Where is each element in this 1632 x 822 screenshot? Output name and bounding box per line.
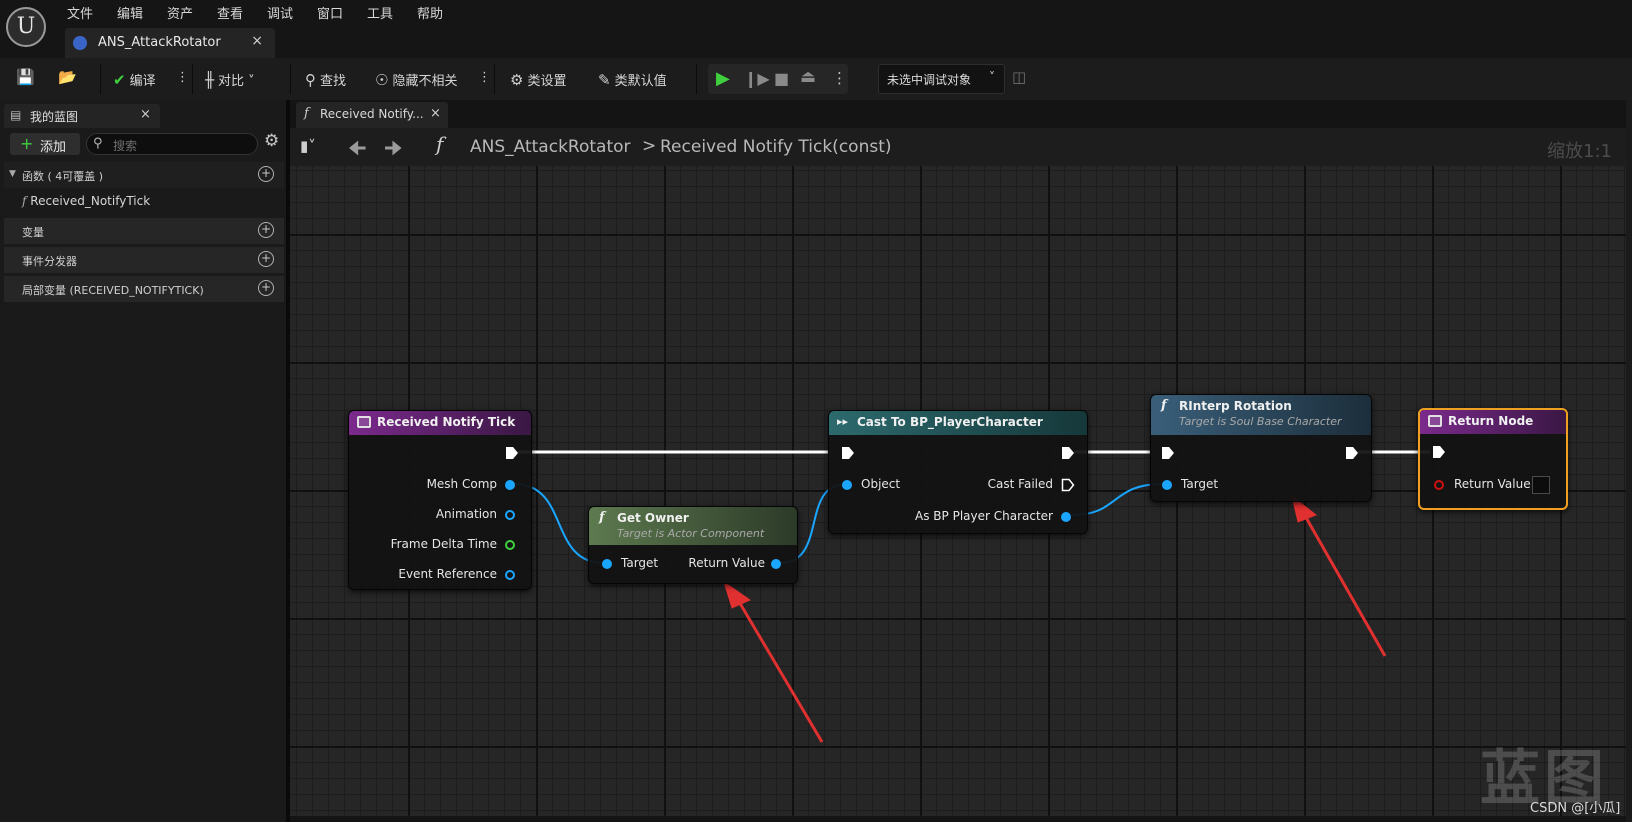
cast-icon: ▸▸ bbox=[837, 415, 849, 428]
node-cast[interactable]: ▸▸ Cast To BP_PlayerCharacter Object Cas… bbox=[828, 410, 1088, 534]
animation-pin[interactable] bbox=[505, 510, 515, 520]
pin-label: Return Value bbox=[688, 556, 765, 570]
node-subtitle: Target is Soul Base Character bbox=[1179, 415, 1342, 428]
pin-label: Event Reference bbox=[398, 567, 497, 581]
target-pin[interactable] bbox=[602, 559, 612, 569]
node-header: f RInterp Rotation Target is Soul Base C… bbox=[1151, 395, 1371, 435]
pin-label: Cast Failed bbox=[987, 477, 1053, 491]
node-header: f Get Owner Target is Actor Component bbox=[589, 507, 797, 545]
pin-label: As BP Player Character bbox=[915, 509, 1053, 523]
frame-delta-time-pin[interactable] bbox=[505, 540, 515, 550]
pin-label: Frame Delta Time bbox=[390, 537, 497, 551]
arrow-head-1 bbox=[723, 580, 752, 609]
pin-label: Target bbox=[1181, 477, 1219, 491]
object-pin[interactable] bbox=[842, 480, 852, 490]
exec-in-pin[interactable] bbox=[1161, 446, 1175, 460]
cast-failed-pin[interactable] bbox=[1061, 478, 1075, 492]
wires-layer bbox=[513, 450, 1430, 743]
pin-label: Animation bbox=[435, 507, 497, 521]
node-header: Received Notify Tick bbox=[349, 411, 531, 435]
exec-out-pin[interactable] bbox=[1345, 446, 1359, 460]
target-pin[interactable] bbox=[1162, 480, 1172, 490]
node-title: Get Owner bbox=[617, 511, 689, 525]
exec-out-pin[interactable] bbox=[1061, 446, 1075, 460]
return-value-checkbox[interactable] bbox=[1532, 476, 1550, 494]
return-value-pin[interactable] bbox=[1434, 480, 1444, 490]
node-header: Return Node bbox=[1420, 410, 1566, 434]
pin-label: Target bbox=[621, 556, 659, 570]
function-icon: f bbox=[1161, 398, 1167, 413]
node-return[interactable]: Return Node Return Value bbox=[1418, 408, 1568, 510]
node-header: ▸▸ Cast To BP_PlayerCharacter bbox=[829, 411, 1087, 435]
node-title: Cast To BP_PlayerCharacter bbox=[857, 415, 1043, 429]
function-icon: f bbox=[599, 510, 605, 525]
node-title: Return Node bbox=[1448, 414, 1534, 428]
pin-label: Object bbox=[861, 477, 901, 491]
node-subtitle: Target is Actor Component bbox=[617, 527, 765, 540]
return-value-pin[interactable] bbox=[771, 559, 781, 569]
node-rinterp-rotation[interactable]: f RInterp Rotation Target is Soul Base C… bbox=[1150, 394, 1372, 502]
exec-in-pin[interactable] bbox=[841, 446, 855, 460]
exec-in-pin[interactable] bbox=[1432, 445, 1446, 459]
as-bp-player-character-pin[interactable] bbox=[1061, 512, 1071, 522]
arrow-line-1 bbox=[736, 599, 824, 743]
node-received-notify-tick[interactable]: Received Notify Tick Mesh Comp Animation… bbox=[348, 410, 532, 590]
exec-out-pin[interactable] bbox=[505, 446, 519, 460]
node-title: RInterp Rotation bbox=[1179, 399, 1292, 413]
arrow-line-2 bbox=[1302, 513, 1387, 657]
node-title: Received Notify Tick bbox=[377, 415, 516, 429]
event-box-icon bbox=[357, 416, 371, 428]
csdn-credit: CSDN @[小瓜] bbox=[1530, 801, 1621, 816]
node-get-owner[interactable]: f Get Owner Target is Actor Component Ta… bbox=[588, 506, 798, 584]
pin-label: Mesh Comp bbox=[426, 477, 497, 491]
event-reference-pin[interactable] bbox=[505, 570, 515, 580]
mesh-comp-pin[interactable] bbox=[505, 480, 515, 490]
return-box-icon bbox=[1428, 415, 1442, 427]
pin-label: Return Value bbox=[1454, 477, 1531, 491]
